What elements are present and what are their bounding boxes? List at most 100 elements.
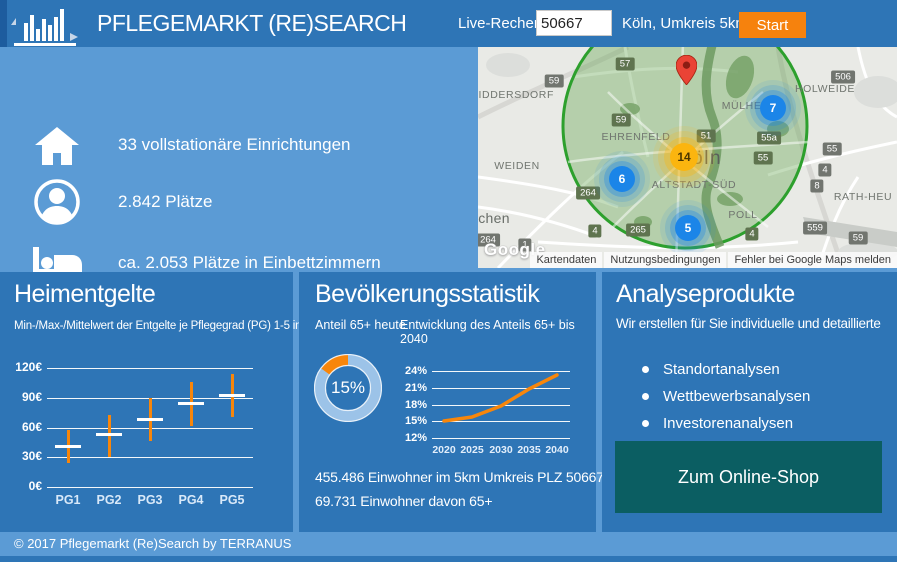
attribution-label: Kartendaten bbox=[530, 252, 602, 268]
summary-places-text: 2.842 Plätze bbox=[118, 192, 213, 212]
y-tick-label: 24% bbox=[393, 365, 427, 377]
map-place-label: echen bbox=[478, 210, 510, 226]
person-icon bbox=[24, 178, 90, 226]
gridline bbox=[47, 368, 253, 369]
road-badge: 59 bbox=[545, 75, 564, 88]
start-button[interactable]: Start bbox=[739, 12, 806, 38]
gridline bbox=[47, 487, 253, 488]
bullet-icon bbox=[642, 393, 649, 400]
mean-tick bbox=[96, 433, 122, 436]
y-tick-label: 0€ bbox=[0, 479, 42, 493]
road-badge: 55 bbox=[823, 143, 842, 156]
page-title: PFLEGEMARKT (RE)SEARCH bbox=[97, 0, 406, 47]
x-tick-label: 2040 bbox=[541, 444, 573, 456]
attribution-link[interactable]: Nutzungsbedingungen bbox=[604, 252, 726, 268]
analysis-product-item: Standortanalysen bbox=[642, 356, 810, 383]
road-badge: 55a bbox=[757, 132, 781, 145]
gridline bbox=[432, 438, 570, 439]
summary-facilities-text: 33 vollstationäre Einrichtungen bbox=[118, 135, 350, 155]
gridline bbox=[432, 371, 570, 372]
road-badge: 8 bbox=[810, 180, 823, 193]
donut-chart: 15% bbox=[314, 354, 382, 422]
x-tick-label: PG1 bbox=[48, 493, 88, 507]
online-shop-button[interactable]: Zum Online-Shop bbox=[615, 441, 882, 513]
x-tick-label: PG3 bbox=[130, 493, 170, 507]
heimentgelte-panel: 0€30€60€90€120€PG1PG2PG3PG4PG5 Heimentge… bbox=[0, 272, 293, 532]
header-bar: PFLEGEMARKT (RE)SEARCH Live-Recherche PL… bbox=[0, 0, 897, 47]
map-place-label: EHRENFELD bbox=[602, 131, 671, 143]
search-context-label: Köln, Umkreis 5km bbox=[622, 0, 748, 47]
attribution-link[interactable]: Fehler bei Google Maps melden bbox=[728, 252, 897, 268]
bullet-label: Standortanalysen bbox=[663, 361, 780, 378]
mean-tick bbox=[178, 402, 204, 405]
home-icon bbox=[24, 124, 90, 166]
road-badge: 59 bbox=[849, 232, 868, 245]
bullet-label: Investorenanalysen bbox=[663, 415, 793, 432]
bullet-label: Wettbewerbsanalysen bbox=[663, 388, 810, 405]
map-place-label: ALTSTADT-SÜD bbox=[652, 179, 736, 191]
mean-tick bbox=[137, 418, 163, 421]
bevoelkerung-title: Bevölkerungsstatistik bbox=[315, 280, 539, 309]
road-badge: 264 bbox=[576, 187, 600, 200]
map-attribution-bar: KartendatenNutzungsbedingungenFehler bei… bbox=[530, 252, 897, 268]
y-tick-label: 90€ bbox=[0, 390, 42, 404]
gridline bbox=[47, 457, 253, 458]
map-place-label: WIDDERSDORF bbox=[478, 89, 554, 101]
line-chart-label: Entwicklung des Anteils 65+ bis 2040 bbox=[400, 318, 596, 346]
cluster-marker-14[interactable]: 14 bbox=[670, 143, 698, 171]
analysis-product-item: Investorenanalysen bbox=[642, 410, 810, 437]
heimentgelte-subtitle: Min-/Max-/Mittelwert der Entgelte je Pfl… bbox=[14, 320, 311, 332]
pflegemarkt-dashboard: PFLEGEMARKT (RE)SEARCH Live-Recherche PL… bbox=[0, 0, 897, 562]
x-tick-label: PG4 bbox=[171, 493, 211, 507]
road-badge: 4 bbox=[588, 225, 601, 238]
header-edge-stripe bbox=[0, 0, 7, 47]
y-tick-label: 120€ bbox=[0, 360, 42, 374]
bar-chart-logo-icon[interactable] bbox=[8, 3, 88, 47]
y-tick-label: 21% bbox=[393, 382, 427, 394]
analyse-subtitle: Wir erstellen für Sie individuelle und d… bbox=[616, 316, 881, 331]
heimentgelte-title: Heimentgelte bbox=[14, 280, 155, 309]
cluster-marker-6[interactable]: 6 bbox=[609, 166, 635, 192]
gridline bbox=[432, 405, 570, 406]
analyseprodukte-panel: Analyseprodukte Wir erstellen für Sie in… bbox=[602, 272, 897, 532]
map-place-label: POLL bbox=[728, 209, 757, 221]
footer-bar: © 2017 Pflegemarkt (Re)Search by TERRANU… bbox=[0, 532, 897, 556]
map-place-label: HOLWEIDE bbox=[795, 83, 855, 95]
summary-row-places: 2.842 Plätze bbox=[24, 174, 454, 230]
plz-input[interactable] bbox=[536, 10, 612, 36]
y-tick-label: 15% bbox=[393, 415, 427, 427]
cluster-marker-5[interactable]: 5 bbox=[675, 215, 701, 241]
location-pin-icon[interactable] bbox=[676, 55, 697, 85]
road-badge: 265 bbox=[626, 224, 650, 237]
road-badge: 506 bbox=[831, 71, 855, 84]
x-tick-label: PG2 bbox=[89, 493, 129, 507]
summary-panel: 33 vollstationäre Einrichtungen 2.842 Pl… bbox=[0, 47, 478, 268]
donut-percentage-label: 15% bbox=[314, 354, 382, 422]
y-tick-label: 30€ bbox=[0, 449, 42, 463]
bullet-icon bbox=[642, 420, 649, 427]
y-tick-label: 12% bbox=[393, 432, 427, 444]
map[interactable]: WIDDERSDORFHOLWEIDEMÜLHEIMEHRENFELDWEIDE… bbox=[478, 47, 897, 268]
min-max-bar bbox=[108, 415, 111, 457]
x-tick-label: 2025 bbox=[456, 444, 488, 456]
gridline bbox=[432, 421, 570, 422]
gridline bbox=[432, 388, 570, 389]
road-badge: 51 bbox=[697, 130, 716, 143]
road-badge: 57 bbox=[616, 58, 635, 71]
mean-tick bbox=[219, 394, 245, 397]
analysis-products-list: Standortanalysen Wettbewerbsanalysen Inves… bbox=[642, 356, 810, 437]
road-badge: 55 bbox=[754, 152, 773, 165]
analyse-title: Analyseprodukte bbox=[616, 280, 795, 309]
bevoelkerungsstatistik-panel: 12%15%18%21%24%20202025203020352040 Bevö… bbox=[299, 272, 596, 532]
road-badge: 59 bbox=[612, 114, 631, 127]
population-stat-total: 455.486 Einwohner im 5km Umkreis PLZ 506… bbox=[315, 469, 604, 485]
population-stat-65plus: 69.731 Einwohner davon 65+ bbox=[315, 493, 492, 509]
donut-label: Anteil 65+ heute bbox=[315, 318, 406, 332]
y-tick-label: 18% bbox=[393, 399, 427, 411]
heimentgelte-chart: 0€30€60€90€120€PG1PG2PG3PG4PG5 bbox=[0, 272, 293, 532]
cluster-marker-7[interactable]: 7 bbox=[760, 95, 786, 121]
road-badge: 4 bbox=[818, 164, 831, 177]
map-place-label: RATH-HEU bbox=[834, 191, 892, 203]
summary-single-rooms-text: ca. 2.053 Plätze in Einbettzimmern bbox=[118, 253, 381, 273]
footer-bottom-stripe bbox=[0, 556, 897, 562]
